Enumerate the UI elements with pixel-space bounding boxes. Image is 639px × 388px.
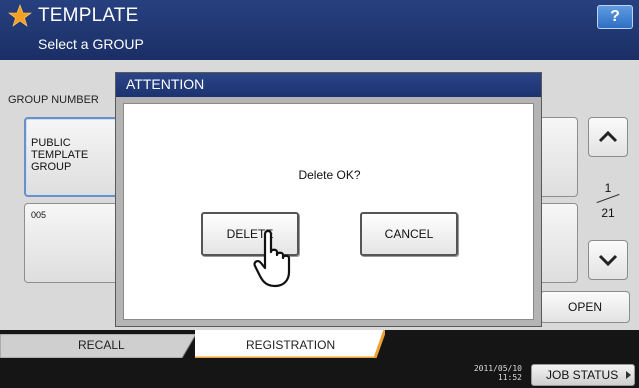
- page-divider: [596, 193, 620, 204]
- job-status-button[interactable]: JOB STATUS: [531, 364, 635, 386]
- cancel-button[interactable]: CANCEL: [360, 212, 458, 256]
- scroll-up-button[interactable]: [588, 117, 628, 157]
- touch-panel-screen: TEMPLATE Select a GROUP ? GROUP NUMBER P…: [0, 0, 639, 388]
- scroll-down-button[interactable]: [588, 240, 628, 280]
- tab-recall-label: RECALL: [78, 338, 125, 352]
- attention-dialog: ATTENTION Delete OK? DELETE CANCEL: [115, 72, 542, 327]
- header-bar: TEMPLATE Select a GROUP ?: [0, 0, 639, 60]
- tab-registration-label: REGISTRATION: [246, 338, 336, 352]
- group-tile-005[interactable]: 005: [24, 203, 124, 283]
- status-date: 2011/05/10: [473, 364, 522, 373]
- dialog-titlebar: ATTENTION: [116, 73, 541, 97]
- group-tile-label: PUBLIC TEMPLATE GROUP: [31, 137, 89, 173]
- page-current: 1: [604, 181, 612, 195]
- chevron-right-icon: [626, 371, 631, 379]
- hand-pointer-icon: [253, 229, 291, 288]
- group-tile-label: 005: [31, 210, 47, 220]
- job-status-label: JOB STATUS: [546, 368, 619, 382]
- status-time: 11:52: [497, 373, 522, 382]
- page-subtitle: Select a GROUP: [38, 36, 144, 52]
- dialog-title: ATTENTION: [126, 76, 205, 92]
- chevron-up-icon: [598, 130, 618, 143]
- page-title: TEMPLATE: [38, 5, 139, 26]
- open-button[interactable]: OPEN: [540, 291, 630, 323]
- group-number-label: GROUP NUMBER: [8, 94, 99, 106]
- star-icon: [8, 4, 32, 27]
- dialog-body: Delete OK? DELETE CANCEL: [123, 103, 534, 320]
- help-button[interactable]: ?: [597, 5, 633, 29]
- group-tile-right-bottom[interactable]: [538, 203, 578, 283]
- group-tile-public[interactable]: PUBLIC TEMPLATE GROUP: [24, 117, 124, 197]
- page-total: 21: [601, 206, 615, 220]
- chevron-down-icon: [598, 254, 618, 267]
- dialog-message: Delete OK?: [298, 168, 361, 182]
- group-tile-right-top[interactable]: [538, 117, 578, 197]
